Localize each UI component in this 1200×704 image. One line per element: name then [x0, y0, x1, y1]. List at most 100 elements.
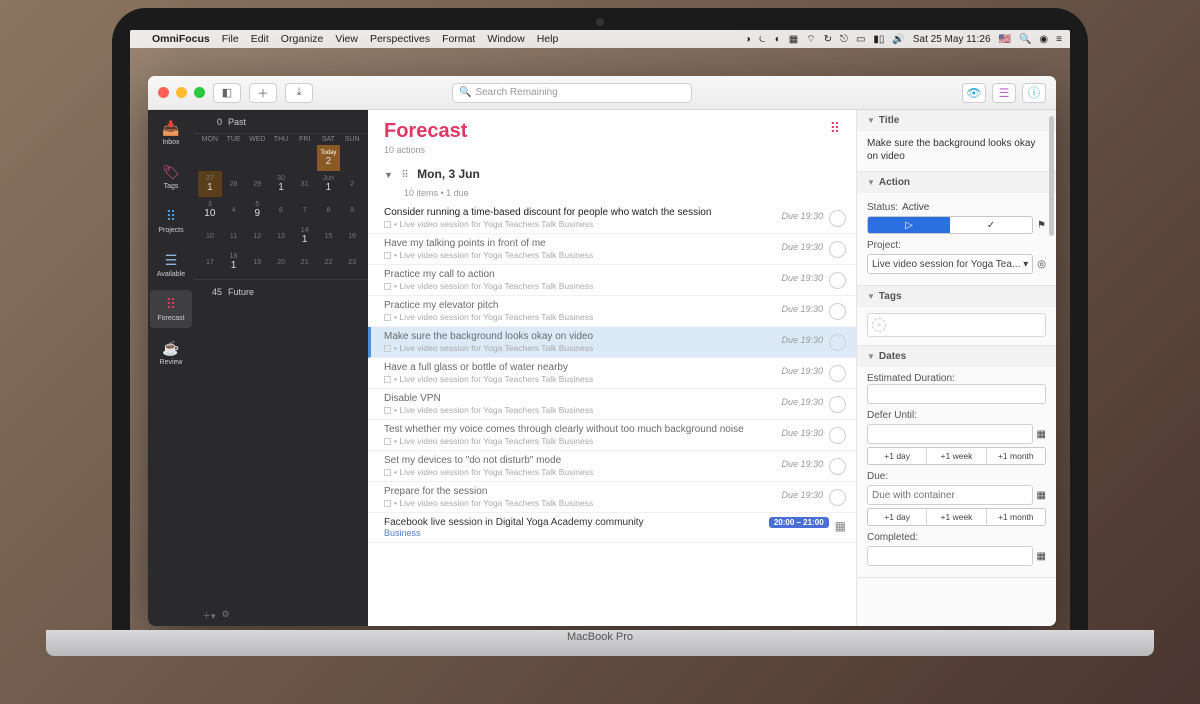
calendar-day-cell[interactable]: 141: [293, 223, 317, 249]
perspective-button[interactable]: ☰: [992, 83, 1016, 103]
est-duration-input[interactable]: [867, 384, 1046, 404]
calendar-day-cell[interactable]: 59: [245, 197, 269, 223]
complete-circle[interactable]: [829, 334, 846, 351]
settings-icon[interactable]: ⚙: [222, 609, 230, 622]
completed-input[interactable]: [867, 546, 1033, 566]
calendar-day-cell[interactable]: Today2: [317, 145, 341, 171]
calendar-event-row[interactable]: Facebook live session in Digital Yoga Ac…: [368, 513, 856, 543]
flag-toggle[interactable]: ⚑: [1037, 220, 1046, 231]
menu-window[interactable]: Window: [487, 33, 524, 45]
calendar-day-cell[interactable]: 4: [222, 197, 246, 223]
calendar-day-cell[interactable]: 22: [317, 249, 341, 275]
add-button[interactable]: ＋▾: [202, 609, 216, 622]
status-icon[interactable]: ◑: [745, 34, 751, 45]
status-onhold-button[interactable]: ✓: [950, 217, 1032, 233]
calendar-day-cell[interactable]: 12: [245, 223, 269, 249]
quick-plus1month[interactable]: +1 month: [987, 509, 1045, 525]
calendar-day-cell[interactable]: 28: [222, 171, 246, 197]
calendar-day-cell[interactable]: [269, 145, 293, 171]
task-row[interactable]: Consider running a time-based discount f…: [368, 203, 856, 234]
spotlight-icon[interactable]: 🔍: [1019, 34, 1031, 45]
calendar-icon[interactable]: ▦: [1037, 551, 1046, 562]
complete-circle[interactable]: [829, 272, 846, 289]
inspector-dates-header[interactable]: ▼Dates: [857, 346, 1056, 367]
calendar-day-cell[interactable]: 310: [198, 197, 222, 223]
calendar-past-row[interactable]: 0 Past: [194, 110, 368, 134]
calendar-day-cell[interactable]: 31: [293, 171, 317, 197]
wifi-icon[interactable]: ⌔: [806, 33, 815, 46]
calendar-day-cell[interactable]: 23: [340, 249, 364, 275]
flag-icon[interactable]: 🇺🇸: [999, 34, 1011, 45]
project-select[interactable]: Live video session for Yoga Tea...▾: [867, 254, 1033, 274]
menu-organize[interactable]: Organize: [281, 33, 324, 45]
menu-view[interactable]: View: [335, 33, 358, 45]
due-input[interactable]: [867, 485, 1033, 505]
calendar-day-cell[interactable]: 15: [317, 223, 341, 249]
calendar-icon[interactable]: ▦: [1037, 429, 1046, 440]
display-icon[interactable]: ▭: [856, 34, 865, 45]
calendar-day-cell[interactable]: 2: [340, 171, 364, 197]
inspector-title-header[interactable]: ▼Title: [857, 110, 1056, 131]
minimize-button[interactable]: [176, 87, 187, 98]
status-icon[interactable]: ▦: [789, 34, 798, 45]
notifications-icon[interactable]: ≡: [1056, 34, 1062, 45]
calendar-day-cell[interactable]: 20: [269, 249, 293, 275]
status-icon[interactable]: ⏾: [759, 34, 767, 45]
menu-format[interactable]: Format: [442, 33, 475, 45]
calendar-day-cell[interactable]: 8: [317, 197, 341, 223]
battery-icon[interactable]: ▮▯: [873, 34, 884, 45]
calendar-day-cell[interactable]: 19: [245, 249, 269, 275]
task-row[interactable]: Disable VPN• Live video session for Yoga…: [368, 389, 856, 420]
scrollbar[interactable]: [1049, 116, 1054, 236]
task-row[interactable]: Practice my elevator pitch• Live video s…: [368, 296, 856, 327]
task-row[interactable]: Prepare for the session• Live video sess…: [368, 482, 856, 513]
calendar-day-cell[interactable]: 181: [222, 249, 246, 275]
calendar-day-cell[interactable]: 271: [198, 171, 222, 197]
defer-input[interactable]: [867, 424, 1033, 444]
calendar-day-cell[interactable]: [340, 145, 364, 171]
complete-circle[interactable]: [829, 427, 846, 444]
tags-field[interactable]: +: [867, 313, 1046, 337]
app-name[interactable]: OmniFocus: [152, 33, 210, 45]
menu-file[interactable]: File: [222, 33, 239, 45]
task-row[interactable]: Practice my call to action• Live video s…: [368, 265, 856, 296]
status-active-button[interactable]: ▷: [868, 217, 950, 233]
calendar-day-cell[interactable]: 29: [245, 171, 269, 197]
sidebar-item-tags[interactable]: 🏷Tags: [150, 158, 192, 196]
quick-plus1day[interactable]: +1 day: [868, 509, 927, 525]
inspector-toggle-button[interactable]: ⓘ: [1022, 83, 1046, 103]
complete-circle[interactable]: [829, 365, 846, 382]
volume-icon[interactable]: 🔊: [892, 34, 904, 45]
goto-project-icon[interactable]: ◎: [1037, 259, 1046, 270]
quick-plus1week[interactable]: +1 week: [927, 448, 986, 464]
complete-circle[interactable]: [829, 458, 846, 475]
calendar-day-cell[interactable]: [198, 145, 222, 171]
task-row[interactable]: Make sure the background looks okay on v…: [368, 327, 856, 358]
complete-circle[interactable]: [829, 241, 846, 258]
calendar-day-cell[interactable]: 13: [269, 223, 293, 249]
quick-plus1week[interactable]: +1 week: [927, 509, 986, 525]
complete-circle[interactable]: [829, 396, 846, 413]
close-button[interactable]: [158, 87, 169, 98]
calendar-day-cell[interactable]: 21: [293, 249, 317, 275]
calendar-day-cell[interactable]: [222, 145, 246, 171]
menu-help[interactable]: Help: [537, 33, 559, 45]
calendar-day-cell[interactable]: 9: [340, 197, 364, 223]
quick-entry-button[interactable]: ⤓: [285, 83, 313, 103]
status-icon[interactable]: ◐: [775, 34, 781, 45]
inspector-tags-header[interactable]: ▼Tags: [857, 286, 1056, 307]
sidebar-item-forecast[interactable]: ⠿Forecast: [150, 290, 192, 328]
complete-circle[interactable]: [829, 210, 846, 227]
task-row[interactable]: Test whether my voice comes through clea…: [368, 420, 856, 451]
quick-plus1day[interactable]: +1 day: [868, 448, 927, 464]
task-row[interactable]: Have a full glass or bottle of water nea…: [368, 358, 856, 389]
inspector-action-header[interactable]: ▼Action: [857, 172, 1056, 193]
menu-perspectives[interactable]: Perspectives: [370, 33, 430, 45]
calendar-day-cell[interactable]: 7: [293, 197, 317, 223]
task-row[interactable]: Set my devices to "do not disturb" mode•…: [368, 451, 856, 482]
menu-edit[interactable]: Edit: [251, 33, 269, 45]
new-action-button[interactable]: ＋: [249, 83, 277, 103]
calendar-day-cell[interactable]: 10: [198, 223, 222, 249]
calendar-day-cell[interactable]: [245, 145, 269, 171]
sidebar-item-review[interactable]: ☕Review: [150, 334, 192, 372]
